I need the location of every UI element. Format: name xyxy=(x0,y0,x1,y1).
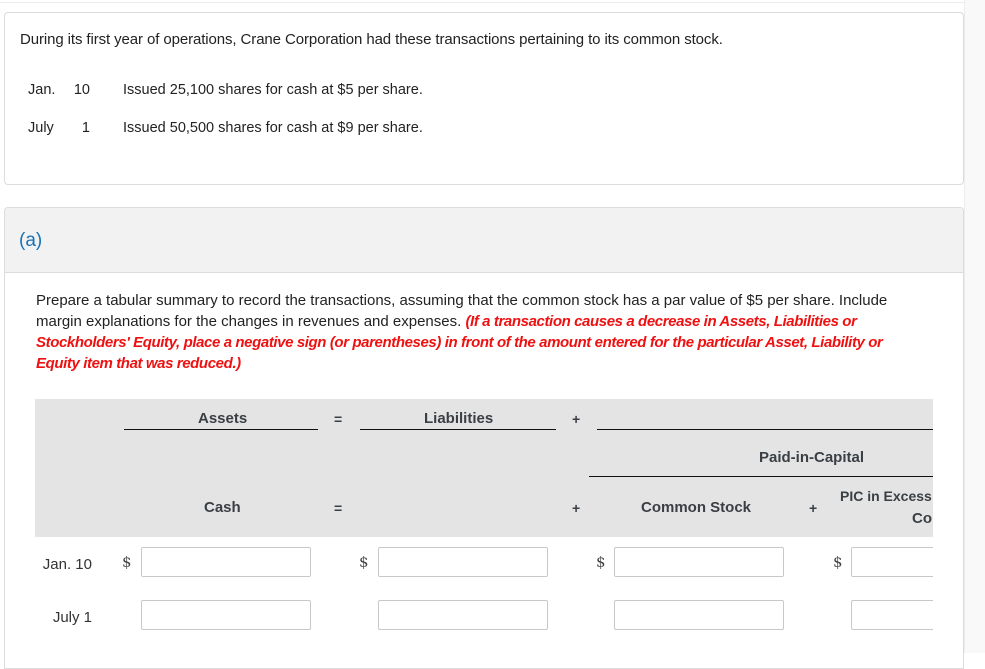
paid-in-capital-underline xyxy=(589,476,933,477)
right-scroll-gutter[interactable] xyxy=(964,0,985,653)
header-pic-in-excess-cont: Co xyxy=(912,510,932,527)
july1-cash-input[interactable] xyxy=(141,600,311,630)
jan10-pic-in-excess-input[interactable] xyxy=(851,547,933,577)
header-paid-in-capital: Paid-in-Capital xyxy=(759,449,865,466)
july1-common-stock-input[interactable] xyxy=(614,600,784,630)
header-cash: Cash xyxy=(204,499,241,516)
header-pic-in-excess: PIC in Excess xyxy=(840,488,932,504)
header-common-stock: Common Stock xyxy=(641,499,752,516)
jan10-common-stock-input[interactable] xyxy=(614,547,784,577)
header-assets: Assets xyxy=(198,410,248,427)
dollar-sign: $ xyxy=(833,553,843,571)
july1-pic-in-excess-input[interactable] xyxy=(851,600,933,630)
tabular-summary: Assets = Liabilities + Paid-in-Capital C… xyxy=(0,0,933,653)
header-plus-sign: + xyxy=(809,500,818,516)
dollar-sign: $ xyxy=(359,553,369,571)
row-label-jan-10: Jan. 10 xyxy=(42,556,92,573)
header-plus-sign: + xyxy=(572,500,581,516)
dollar-sign: $ xyxy=(596,553,606,571)
dollar-sign: $ xyxy=(122,553,132,571)
header-liabilities: Liabilities xyxy=(424,410,494,427)
liabilities-underline xyxy=(360,429,556,430)
header-equals-sign: = xyxy=(334,500,343,516)
equity-underline xyxy=(597,429,933,430)
jan10-liabilities-input[interactable] xyxy=(378,547,548,577)
july1-liabilities-input[interactable] xyxy=(378,600,548,630)
header-plus-sign: + xyxy=(572,411,581,427)
jan10-cash-input[interactable] xyxy=(141,547,311,577)
assets-underline xyxy=(124,429,318,430)
header-equals-sign: = xyxy=(334,411,343,427)
row-label-july-1: July 1 xyxy=(52,609,92,626)
